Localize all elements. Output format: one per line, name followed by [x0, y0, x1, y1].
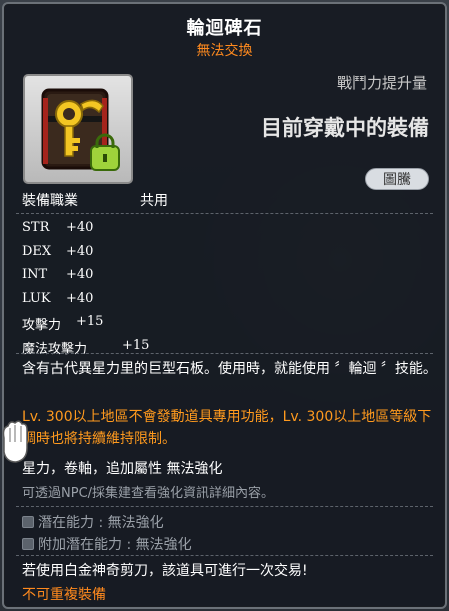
stats-list: STR +40 DEX +40 INT +40 LUK +40 攻擊力 +15 …	[22, 220, 149, 361]
level-restriction-warning: Lv. 300以上地區不會發動道具專用功能，Lv. 300以上地區等級下調時也將…	[22, 409, 432, 447]
potential-slot-icon	[22, 516, 34, 528]
additional-potential-row: 附加潛在能力 : 無法強化	[22, 534, 192, 554]
currently-equipped-label: 目前穿戴中的裝備	[261, 116, 429, 140]
job-row: 裝備職業 共用	[22, 190, 168, 210]
potential-row: 潛在能力 : 無法強化	[22, 512, 164, 532]
additional-potential-label: 附加潛在能力 : 無法強化	[38, 537, 192, 553]
hand-cursor-icon	[2, 420, 28, 463]
additional-potential-slot-icon	[22, 538, 34, 550]
unique-equip-note: 不可重複裝備	[22, 587, 106, 603]
item-tooltip: 輪迴碑石 無法交換 戰鬥力提升量 目前穿戴中的裝備 圖騰 裝備職業 共用 STR…	[2, 2, 447, 609]
stat-value: +15	[122, 337, 150, 353]
job-value: 共用	[140, 193, 168, 209]
enhancement-status: 星力，卷軸，追加屬性 無法強化	[22, 461, 223, 477]
potential-label: 潛在能力 : 無法強化	[38, 515, 164, 531]
stat-row: INT +40	[22, 267, 93, 291]
stat-row: DEX +40	[22, 243, 93, 268]
combat-power-label: 戰鬥力提升量	[336, 74, 427, 92]
stat-name: DEX	[22, 243, 52, 259]
stat-row: STR +40	[22, 220, 93, 244]
stat-name: LUK	[22, 290, 51, 306]
grave-stone-lock-icon	[41, 88, 120, 171]
scissors-trade-note: 若使用白金神奇剪刀，該道具可進行一次交易!	[22, 563, 308, 579]
divider	[16, 555, 433, 556]
stat-value: +40	[66, 267, 94, 282]
stat-name: INT	[22, 267, 48, 282]
stat-value: +40	[66, 220, 94, 235]
stat-name: STR	[22, 220, 50, 235]
trade-status: 無法交換	[196, 43, 253, 59]
stat-name: 攻擊力	[22, 318, 62, 333]
divider	[16, 506, 433, 507]
item-description: 含有古代異星力里的巨型石板。使用時，就能使用 〞輪迴 〞技能。	[22, 361, 437, 377]
divider	[16, 353, 433, 354]
stat-row: 攻擊力 +15	[22, 314, 103, 338]
item-icon-frame	[23, 74, 133, 184]
totem-tag: 圖騰	[365, 168, 429, 190]
stat-row: LUK +40	[22, 290, 93, 315]
stat-value: +15	[76, 314, 104, 329]
item-name: 輪迴碑石	[186, 18, 263, 39]
stat-value: +40	[66, 243, 94, 259]
enhancement-hint: 可透過NPC/採集建查看強化資訊詳細內容。	[22, 486, 275, 501]
job-label: 裝備職業	[22, 193, 78, 209]
divider	[16, 213, 433, 214]
stat-value: +40	[66, 290, 94, 306]
